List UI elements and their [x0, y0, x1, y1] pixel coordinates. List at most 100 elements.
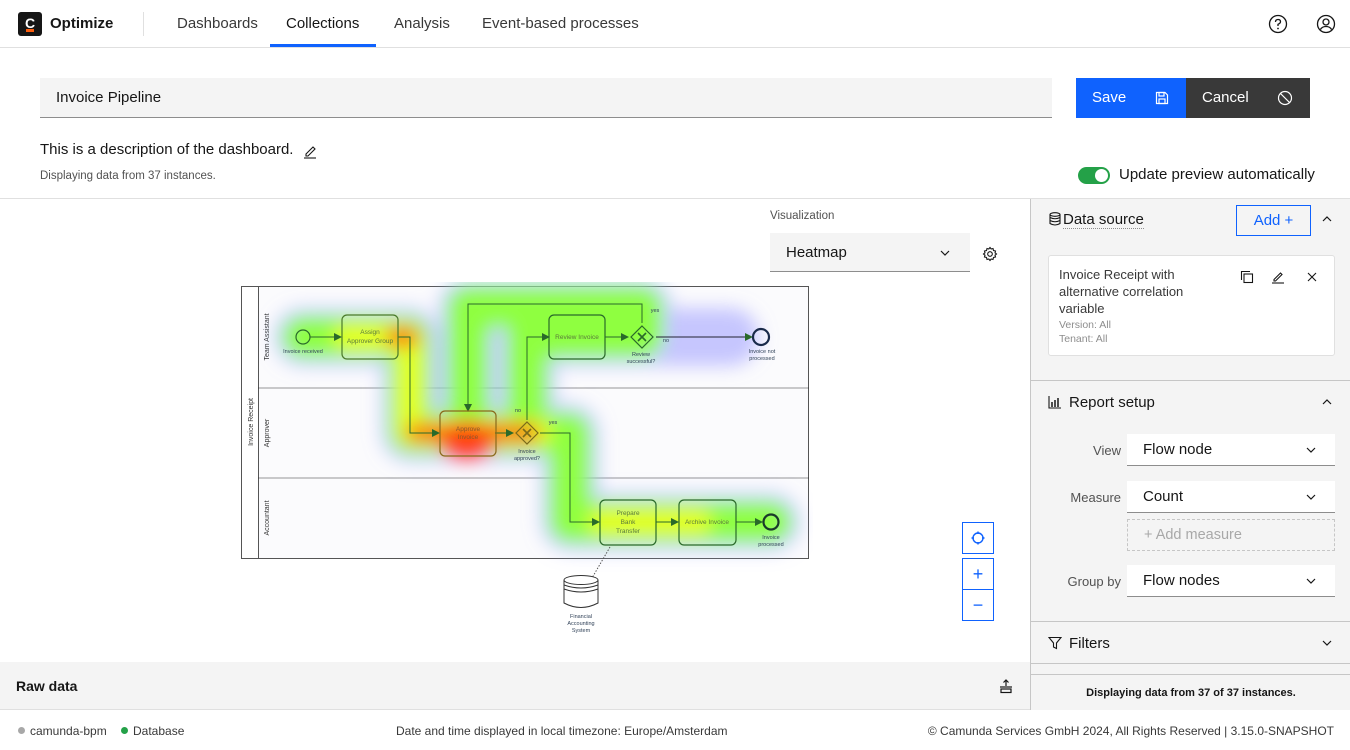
data-source-title[interactable]: Data source [1063, 211, 1144, 229]
label-assign-1: Assign [360, 329, 380, 336]
top-navigation: C Optimize Dashboards Collections Analys… [0, 0, 1350, 48]
label-review-invoice: Review Invoice [555, 334, 599, 341]
save-label: Save [1092, 89, 1127, 106]
label-review-gw-1: Review [632, 352, 650, 358]
filters-title: Filters [1069, 635, 1110, 652]
add-data-source-button[interactable]: Add + [1236, 205, 1311, 236]
label-archive-invoice: Archive Invoice [685, 519, 729, 526]
flow-label-no: no [515, 408, 521, 414]
remove-icon[interactable] [1305, 270, 1319, 284]
group-by-label: Group by [1067, 574, 1121, 589]
nav-collections[interactable]: Collections [270, 0, 376, 47]
label-assign-2: Approver Group [347, 338, 394, 345]
visualization-value: Heatmap [786, 244, 847, 261]
cancel-button[interactable]: Cancel [1186, 78, 1310, 118]
data-source-tenant: Tenant: All [1059, 333, 1108, 345]
copyright-text: © Camunda Services GmbH 2024, All Rights… [927, 724, 1334, 738]
zoom-out-button[interactable]: − [962, 589, 994, 621]
database-icon [1049, 212, 1061, 226]
report-description: This is a description of the dashboard. [40, 141, 294, 158]
label-datastore-2: Accounting [567, 621, 594, 627]
label-prepare-3: Transfer [616, 528, 641, 535]
bpmn-heatmap-diagram[interactable]: Invoice Receipt Team Assistant Approver … [238, 282, 813, 642]
auto-update-label: Update preview automatically [1119, 166, 1315, 183]
visualization-label: Visualization [770, 210, 835, 222]
flow-label-no: no [663, 338, 669, 344]
section-divider [1031, 621, 1350, 622]
group-by-select[interactable]: Flow nodes [1127, 565, 1335, 597]
datastore-financial-accounting [563, 575, 599, 608]
lane-label-approver: Approver [264, 418, 271, 447]
filters-header[interactable]: Filters [1031, 623, 1350, 663]
app-name[interactable]: Optimize [50, 15, 113, 32]
database-status-icon [121, 727, 128, 734]
raw-data-bar[interactable]: Raw data [0, 662, 1030, 710]
pool-label: Invoice Receipt [248, 398, 255, 446]
cancel-icon [1277, 90, 1293, 106]
save-icon [1155, 91, 1169, 105]
label-not-processed-1: Invoice not [749, 349, 776, 355]
copy-icon[interactable] [1240, 270, 1254, 284]
data-source-header: Data source Add + [1031, 199, 1350, 239]
label-approved-gw-2: approved? [514, 456, 540, 462]
timezone-text: Date and time displayed in local timezon… [396, 724, 728, 738]
reset-zoom-button[interactable] [962, 522, 994, 554]
nav-event-based-processes[interactable]: Event-based processes [466, 0, 655, 47]
report-setup-header[interactable]: Report setup [1031, 382, 1350, 422]
cancel-label: Cancel [1202, 89, 1249, 106]
view-label: View [1093, 443, 1121, 458]
label-start-1: Invoice received [283, 349, 323, 355]
label-review-gw-2: successful? [627, 359, 656, 365]
instances-count-text: Displaying data from 37 instances. [40, 170, 216, 182]
gear-icon[interactable] [982, 246, 998, 262]
chevron-down-icon [1306, 494, 1316, 500]
nav-dashboards[interactable]: Dashboards [161, 0, 274, 47]
label-datastore-3: System [572, 628, 591, 634]
report-setup-title: Report setup [1069, 394, 1155, 411]
edit-description-icon[interactable] [302, 143, 318, 159]
chevron-up-icon[interactable] [1321, 213, 1333, 225]
add-measure-button[interactable]: + Add measure [1127, 519, 1335, 551]
engine-name: camunda-bpm [30, 724, 107, 738]
engine-status-icon [18, 727, 25, 734]
panel-instances-text: Displaying data from 37 of 37 instances. [1031, 674, 1350, 710]
chevron-down-icon[interactable] [1321, 637, 1333, 649]
section-divider [1031, 663, 1350, 664]
label-approve-1: Approve [456, 426, 481, 433]
view-select[interactable]: Flow node [1127, 434, 1335, 466]
report-name-input[interactable]: Invoice Pipeline [40, 78, 1052, 118]
label-processed-2: processed [758, 542, 783, 548]
label-processed-1: Invoice [762, 535, 779, 541]
label-not-processed-2: processed [749, 356, 774, 362]
database-status: Database [133, 724, 185, 738]
chevron-down-icon [940, 250, 950, 256]
flow-label-yes: yes [549, 420, 558, 426]
footer: camunda-bpm Database Date and time displ… [0, 710, 1350, 750]
data-source-card: Invoice Receipt with alternative correla… [1048, 255, 1335, 356]
section-divider [1031, 380, 1350, 381]
raw-data-title: Raw data [16, 678, 78, 694]
help-icon[interactable] [1268, 14, 1288, 34]
measure-select[interactable]: Count [1127, 481, 1335, 513]
chevron-up-icon[interactable] [1321, 396, 1333, 408]
lane-label-team-assistant: Team Assistant [264, 313, 271, 360]
save-button[interactable]: Save [1076, 78, 1186, 118]
zoom-in-button[interactable]: + [962, 558, 994, 590]
label-approved-gw-1: Invoice [518, 449, 535, 455]
chart-icon [1048, 396, 1061, 409]
header-divider [143, 12, 144, 36]
flow-label-yes: yes [651, 308, 660, 314]
chevron-down-icon [1306, 578, 1316, 584]
chevron-down-icon [1306, 447, 1316, 453]
lane-label-accountant: Accountant [264, 500, 271, 535]
filter-icon [1048, 636, 1062, 650]
camunda-logo[interactable]: C [18, 12, 42, 36]
nav-analysis[interactable]: Analysis [378, 0, 466, 47]
auto-update-toggle[interactable] [1078, 167, 1110, 184]
measure-label: Measure [1070, 490, 1121, 505]
measure-value: Count [1143, 488, 1184, 505]
visualization-select[interactable]: Heatmap [770, 233, 970, 272]
edit-icon[interactable] [1271, 270, 1285, 284]
expand-raw-data-icon[interactable] [998, 678, 1014, 694]
user-icon[interactable] [1316, 14, 1336, 34]
